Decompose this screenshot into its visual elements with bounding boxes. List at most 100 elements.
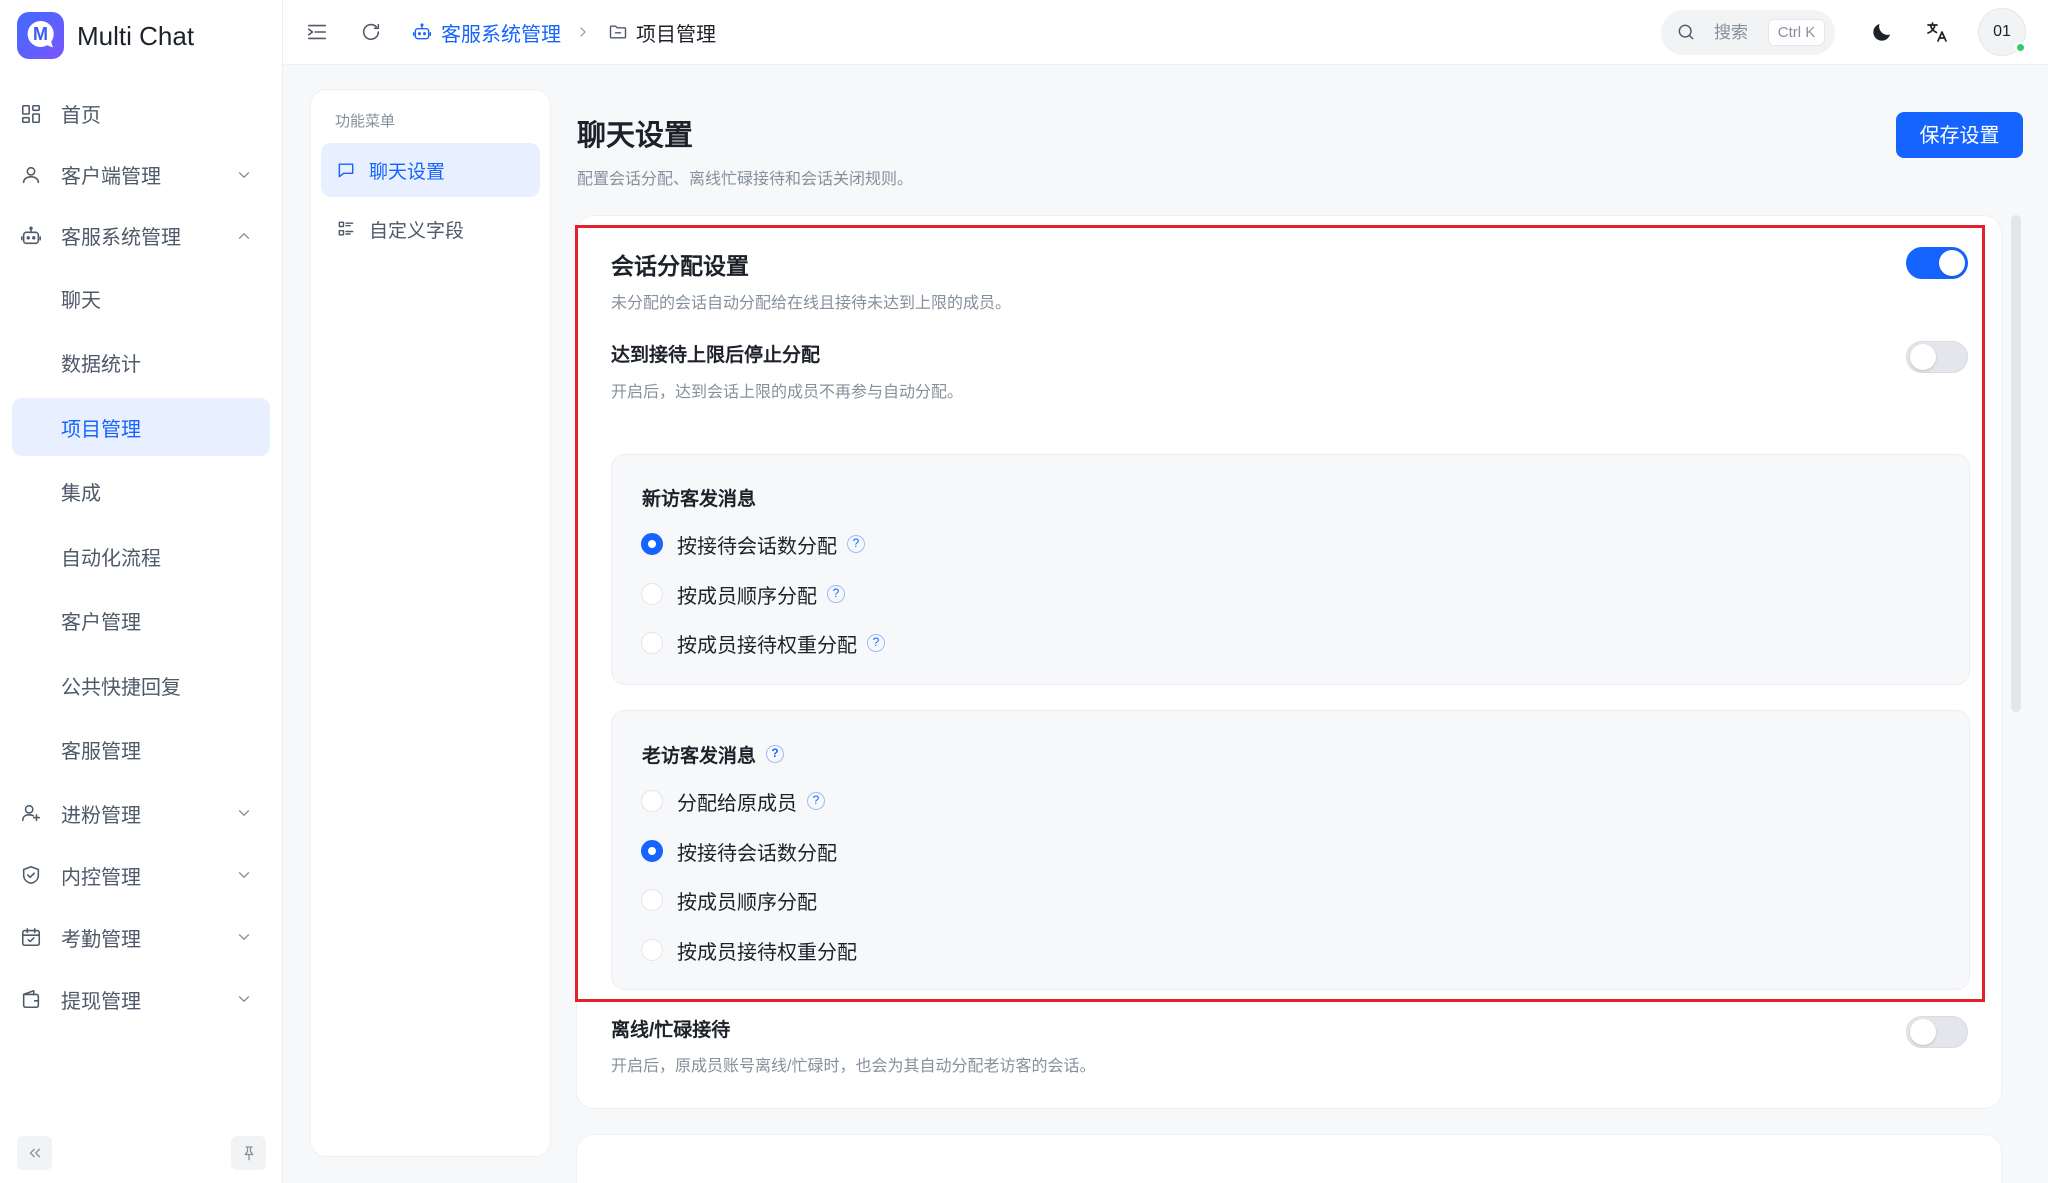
new-visitor-group: 新访客发消息 按接待会话数分配 按成员顺序分配 按成员接待权重分配 [611,454,1970,685]
radio-label: 按成员接待权重分配 [677,634,857,657]
user-avatar[interactable]: 01 [1978,8,2026,56]
sidebar-subitem-integrations[interactable]: 集成 [0,460,282,525]
sidebar-nav: 首页 客户端管理 客服系统管理 聊天 数据统计 项目管理 集成 自动化流程 客户… [0,83,282,1030]
offline-busy-toggle[interactable] [1906,1016,1968,1048]
sidebar-subitem-label[interactable]: 公共快捷回复 [12,656,270,714]
radio-button[interactable] [641,939,663,961]
search-box[interactable]: 搜索 Ctrl K [1661,10,1835,55]
help-icon[interactable] [807,792,825,810]
sidebar-item-home[interactable]: 首页 [0,83,282,144]
app-name: Multi Chat [77,21,195,51]
pin-icon [240,1144,258,1162]
sidebar-subitem-label[interactable]: 数据统计 [12,334,270,392]
avatar-text: 01 [1993,23,2011,40]
help-icon[interactable] [766,745,785,763]
sidebar-item-label: 考勤管理 [61,928,141,951]
radio-button[interactable] [641,790,663,812]
sidebar-subitem-automation[interactable]: 自动化流程 [0,524,282,589]
function-menu-title: 功能菜单 [335,113,396,130]
submenu-item-custom-fields[interactable]: 自定义字段 [321,202,540,256]
content-scrollbar[interactable] [2011,215,2021,712]
folder-icon [608,22,628,42]
dashboard-icon [20,103,42,125]
chat-logo-icon[interactable]: M [17,12,64,59]
group-title-text: 老访客发消息 [642,745,757,767]
group-title-text: 新访客发消息 [642,488,757,510]
radio-option[interactable]: 按成员接待权重分配 [641,628,885,658]
pin-sidebar-button[interactable] [231,1136,266,1170]
sidebar-subitem-quick-replies[interactable]: 公共快捷回复 [0,653,282,718]
stop-at-limit-toggle[interactable] [1906,341,1968,373]
assignment-settings-card: 会话分配设置 未分配的会话自动分配给在线且接待未达到上限的成员。 达到接待上限后… [576,215,2002,1109]
breadcrumb-item: 项目管理 [608,18,716,47]
submenu-item-chat-settings[interactable]: 聊天设置 [321,143,540,197]
sidebar-item-label: 首页 [61,105,101,127]
next-settings-card [576,1134,2002,1183]
chevron-down-icon [235,928,253,946]
sidebar-subitem-customers[interactable]: 客户管理 [0,589,282,654]
sidebar-subitem-agents[interactable]: 客服管理 [0,718,282,783]
collapse-sidebar-button[interactable] [17,1136,52,1170]
help-icon[interactable] [867,634,885,652]
section-title: 离线/忙碌接待 [611,1020,731,1041]
breadcrumb-item[interactable]: 客服系统管理 [412,18,561,47]
sidebar-item-support-system[interactable]: 客服系统管理 [0,205,282,266]
chevron-up-icon [235,227,253,245]
menu-fold-icon[interactable] [306,21,328,43]
radio-option[interactable]: 按接待会话数分配 [641,529,865,559]
radio-label: 按成员接待权重分配 [677,941,857,964]
calendar-check-icon [20,926,42,948]
radio-option[interactable]: 分配给原成员 [641,786,825,816]
group-title: 老访客发消息 [642,742,785,767]
sidebar-item-withdrawal[interactable]: 提现管理 [0,968,282,1030]
help-icon[interactable] [827,585,845,603]
radio-button[interactable] [641,889,663,911]
help-icon[interactable] [847,535,865,553]
chevron-down-icon [235,166,253,184]
online-status-dot [2015,42,2026,53]
sidebar-item-label: 进粉管理 [61,804,141,827]
wallet-icon [20,988,42,1010]
moon-icon[interactable] [1870,20,1894,44]
sidebar-subitem-label[interactable]: 自动化流程 [12,527,270,585]
sidebar-subitem-label[interactable]: 客户管理 [12,592,270,650]
radio-option[interactable]: 按成员顺序分配 [641,579,845,609]
breadcrumb-label: 客服系统管理 [441,23,561,46]
sidebar-subitem-label[interactable]: 集成 [12,463,270,521]
radio-button[interactable] [641,583,663,605]
user-plus-icon [20,802,42,824]
sidebar-subitem-label[interactable]: 项目管理 [12,398,270,456]
sidebar-subitem-projects[interactable]: 项目管理 [0,395,282,460]
sidebar-item-attendance[interactable]: 考勤管理 [0,906,282,968]
radio-button[interactable] [641,632,663,654]
translate-icon[interactable] [1925,20,1949,44]
radio-option[interactable]: 按成员接待权重分配 [641,935,857,965]
sidebar-subitem-statistics[interactable]: 数据统计 [0,331,282,396]
sidebar-item-client-management[interactable]: 客户端管理 [0,144,282,205]
page-title: 聊天设置 [577,120,694,152]
refresh-icon[interactable] [360,21,382,43]
user-icon [20,164,42,186]
sidebar-subitem-chat[interactable]: 聊天 [0,266,282,331]
assignment-toggle[interactable] [1906,247,1968,279]
chevron-down-icon [235,804,253,822]
bot-icon [412,22,432,42]
radio-option[interactable]: 按接待会话数分配 [641,836,837,866]
section-description: 开启后，原成员账号离线/忙碌时，也会为其自动分配老访客的会话。 [611,1058,1096,1075]
radio-button[interactable] [641,533,663,555]
radio-option[interactable]: 按成员顺序分配 [641,885,817,915]
chevron-down-icon [235,990,253,1008]
sidebar-item-fans[interactable]: 进粉管理 [0,782,282,844]
sidebar-submenu: 聊天 数据统计 项目管理 集成 自动化流程 客户管理 公共快捷回复 客服管理 [0,266,282,782]
radio-button[interactable] [641,840,663,862]
sidebar-item-internal-control[interactable]: 内控管理 [0,844,282,906]
function-menu-panel: 功能菜单 聊天设置 自定义字段 [310,89,551,1157]
sidebar: M Multi Chat 首页 客户端管理 客服系统管理 聊天 数据统计 项目管… [0,0,283,1183]
submenu-item-label: 聊天设置 [369,161,446,183]
section-description: 未分配的会话自动分配给在线且接待未达到上限的成员。 [611,295,1012,312]
save-settings-button[interactable]: 保存设置 [1896,112,2023,158]
sidebar-subitem-label[interactable]: 聊天 [12,269,270,327]
radio-label: 分配给原成员 [677,792,797,815]
radio-label: 按接待会话数分配 [677,535,837,558]
sidebar-subitem-label[interactable]: 客服管理 [12,721,270,779]
